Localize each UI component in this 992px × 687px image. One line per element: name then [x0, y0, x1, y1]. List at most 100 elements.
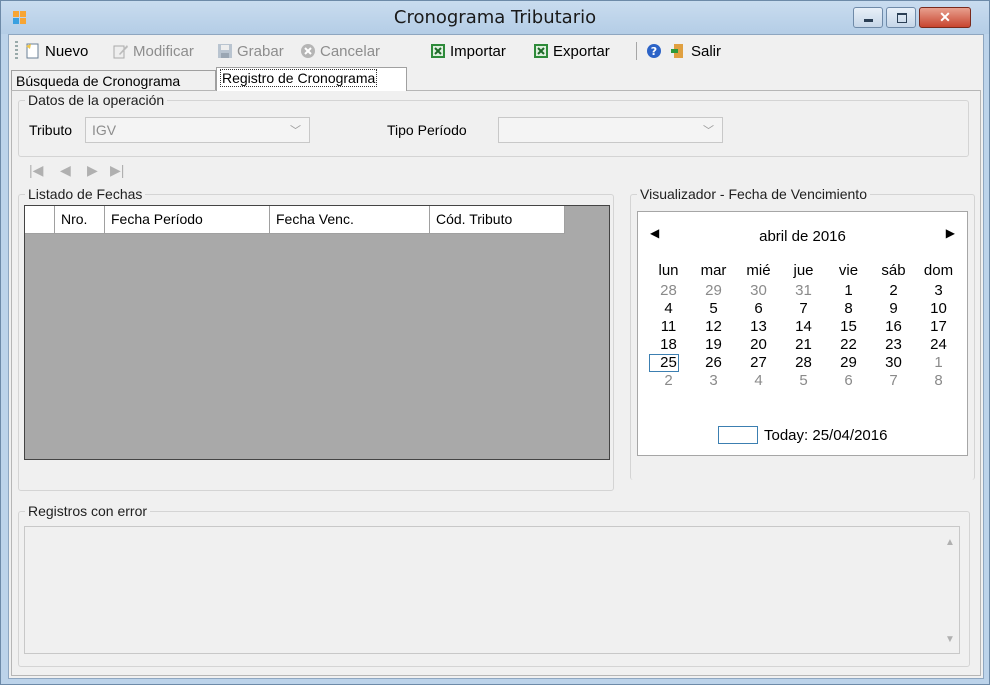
calendar-day[interactable]: 30 — [871, 354, 916, 372]
calendar-day[interactable]: 12 — [691, 318, 736, 336]
client-area: Nuevo Modificar Grabar Cancelar Importar… — [8, 34, 984, 679]
maximize-button[interactable] — [886, 7, 916, 28]
calendar-day[interactable]: 30 — [736, 282, 781, 300]
importar-button[interactable]: Importar — [430, 40, 506, 62]
calendar-day[interactable]: 28 — [646, 282, 691, 300]
scroll-up-icon[interactable]: ▲ — [945, 537, 955, 548]
column-header-fecha-venc[interactable]: Fecha Venc. — [270, 206, 430, 234]
calendar-day[interactable]: 6 — [736, 300, 781, 318]
calendar-day[interactable]: 15 — [826, 318, 871, 336]
calendar-day[interactable]: 13 — [736, 318, 781, 336]
calendar-day[interactable]: 22 — [826, 336, 871, 354]
calendar-day[interactable]: 9 — [871, 300, 916, 318]
window-title: Cronograma Tributario — [393, 7, 597, 28]
calendar-day[interactable]: 8 — [916, 372, 961, 390]
calendar-day[interactable]: 26 — [691, 354, 736, 372]
toolbar: Nuevo Modificar Grabar Cancelar Importar… — [9, 35, 983, 65]
calendar-day[interactable]: 1 — [826, 282, 871, 300]
nuevo-button[interactable]: Nuevo — [25, 40, 88, 62]
calendar-day[interactable]: 11 — [646, 318, 691, 336]
calendar-day[interactable]: 8 — [826, 300, 871, 318]
cancel-icon — [300, 43, 316, 59]
first-record-icon[interactable]: |◀ — [29, 162, 43, 179]
today-marker — [718, 426, 758, 444]
calendar-today-link[interactable]: Today: 25/04/2016 — [718, 426, 887, 444]
calendar-day[interactable]: 3 — [916, 282, 961, 300]
calendar-day[interactable]: 18 — [646, 336, 691, 354]
scroll-down-icon[interactable]: ▼ — [945, 634, 955, 645]
calendar-day[interactable]: 7 — [781, 300, 826, 318]
month-calendar[interactable]: ◀ abril de 2016 ▶ lun mar mié jue vie sá… — [637, 211, 968, 456]
calendar-day[interactable]: 6 — [826, 372, 871, 390]
calendar-day[interactable]: 16 — [871, 318, 916, 336]
calendar-day[interactable]: 14 — [781, 318, 826, 336]
calendar-day[interactable]: 4 — [736, 372, 781, 390]
calendar-day[interactable]: 31 — [781, 282, 826, 300]
weekday-label: dom — [923, 262, 954, 279]
calendar-day[interactable]: 4 — [646, 300, 691, 318]
row-header-cell[interactable] — [25, 206, 55, 234]
column-header-fecha-periodo[interactable]: Fecha Período — [105, 206, 270, 234]
tab-busqueda[interactable]: Búsqueda de Cronograma — [11, 70, 216, 90]
grid-header: Nro. Fecha Período Fecha Venc. Cód. Trib… — [25, 206, 565, 234]
calendar-day[interactable]: 27 — [736, 354, 781, 372]
calendar-day[interactable]: 24 — [916, 336, 961, 354]
week-row: 25 26 27 28 29 30 1 — [646, 354, 961, 372]
calendar-day[interactable]: 7 — [871, 372, 916, 390]
next-record-icon[interactable]: ▶ — [87, 162, 98, 179]
calendar-day-today[interactable]: 25 — [646, 354, 691, 372]
minimize-button[interactable] — [853, 7, 883, 28]
visualizador-group: Visualizador - Fecha de Vencimiento ◀ ab… — [630, 186, 975, 480]
calendar-grid: lun mar mié jue vie sáb dom 28 29 30 31 … — [646, 262, 961, 390]
error-log-textarea[interactable]: ▲ ▼ — [24, 526, 960, 654]
calendar-day[interactable]: 5 — [691, 300, 736, 318]
close-button[interactable]: ✕ — [919, 7, 971, 28]
calendar-day[interactable]: 28 — [781, 354, 826, 372]
tab-strip: Búsqueda de Cronograma Registro de Crono… — [9, 67, 985, 91]
toolbar-grip[interactable] — [15, 41, 18, 61]
tributo-select[interactable]: IGV ﹀ — [85, 117, 310, 143]
grabar-button[interactable]: Grabar — [217, 40, 284, 62]
modificar-button[interactable]: Modificar — [113, 40, 194, 62]
help-button[interactable]: ? — [646, 40, 666, 62]
tab-registro[interactable]: Registro de Cronograma — [216, 67, 407, 91]
title-bar[interactable]: Cronograma Tributario ✕ — [1, 1, 989, 34]
calendar-day[interactable]: 10 — [916, 300, 961, 318]
weekday-label: lun — [658, 262, 679, 279]
calendar-day[interactable]: 29 — [826, 354, 871, 372]
cancelar-button[interactable]: Cancelar — [300, 40, 380, 62]
calendar-day[interactable]: 5 — [781, 372, 826, 390]
datos-operacion-group: Datos de la operación Tributo IGV ﹀ Tipo… — [18, 92, 969, 157]
vertical-scrollbar[interactable]: ▲ ▼ — [942, 527, 959, 653]
listado-fechas-group: Listado de Fechas Nro. Fecha Período Fec… — [18, 186, 614, 491]
week-row: 11 12 13 14 15 16 17 — [646, 318, 961, 336]
calendar-day[interactable]: 2 — [646, 372, 691, 390]
calendar-next-month-icon[interactable]: ▶ — [946, 226, 955, 240]
calendar-day[interactable]: 23 — [871, 336, 916, 354]
weekday-row: lun mar mié jue vie sáb dom — [646, 262, 961, 280]
calendar-day[interactable]: 21 — [781, 336, 826, 354]
calendar-day[interactable]: 29 — [691, 282, 736, 300]
week-row: 2 3 4 5 6 7 8 — [646, 372, 961, 390]
chevron-down-icon: ﹀ — [290, 125, 301, 137]
prev-record-icon[interactable]: ◀ — [60, 162, 71, 179]
calendar-day[interactable]: 1 — [916, 354, 961, 372]
tipo-periodo-label: Tipo Período — [387, 122, 467, 138]
weekday-label: jue — [793, 262, 814, 279]
calendar-day[interactable]: 2 — [871, 282, 916, 300]
calendar-day[interactable]: 19 — [691, 336, 736, 354]
calendar-day[interactable]: 3 — [691, 372, 736, 390]
column-header-nro[interactable]: Nro. — [55, 206, 105, 234]
calendar-day[interactable]: 20 — [736, 336, 781, 354]
tab-panel-registro: Datos de la operación Tributo IGV ﹀ Tipo… — [11, 90, 981, 676]
tipo-periodo-select[interactable]: ﹀ — [498, 117, 723, 143]
column-header-cod-tributo[interactable]: Cód. Tributo — [430, 206, 565, 234]
calendar-month-title[interactable]: abril de 2016 — [638, 228, 967, 245]
toolbar-separator — [636, 42, 637, 60]
calendar-day[interactable]: 17 — [916, 318, 961, 336]
last-record-icon[interactable]: ▶| — [110, 162, 124, 179]
fechas-grid[interactable]: Nro. Fecha Período Fecha Venc. Cód. Trib… — [24, 205, 610, 460]
salir-button[interactable]: Salir — [671, 40, 721, 62]
exportar-button[interactable]: Exportar — [533, 40, 610, 62]
exit-door-icon — [671, 43, 687, 59]
